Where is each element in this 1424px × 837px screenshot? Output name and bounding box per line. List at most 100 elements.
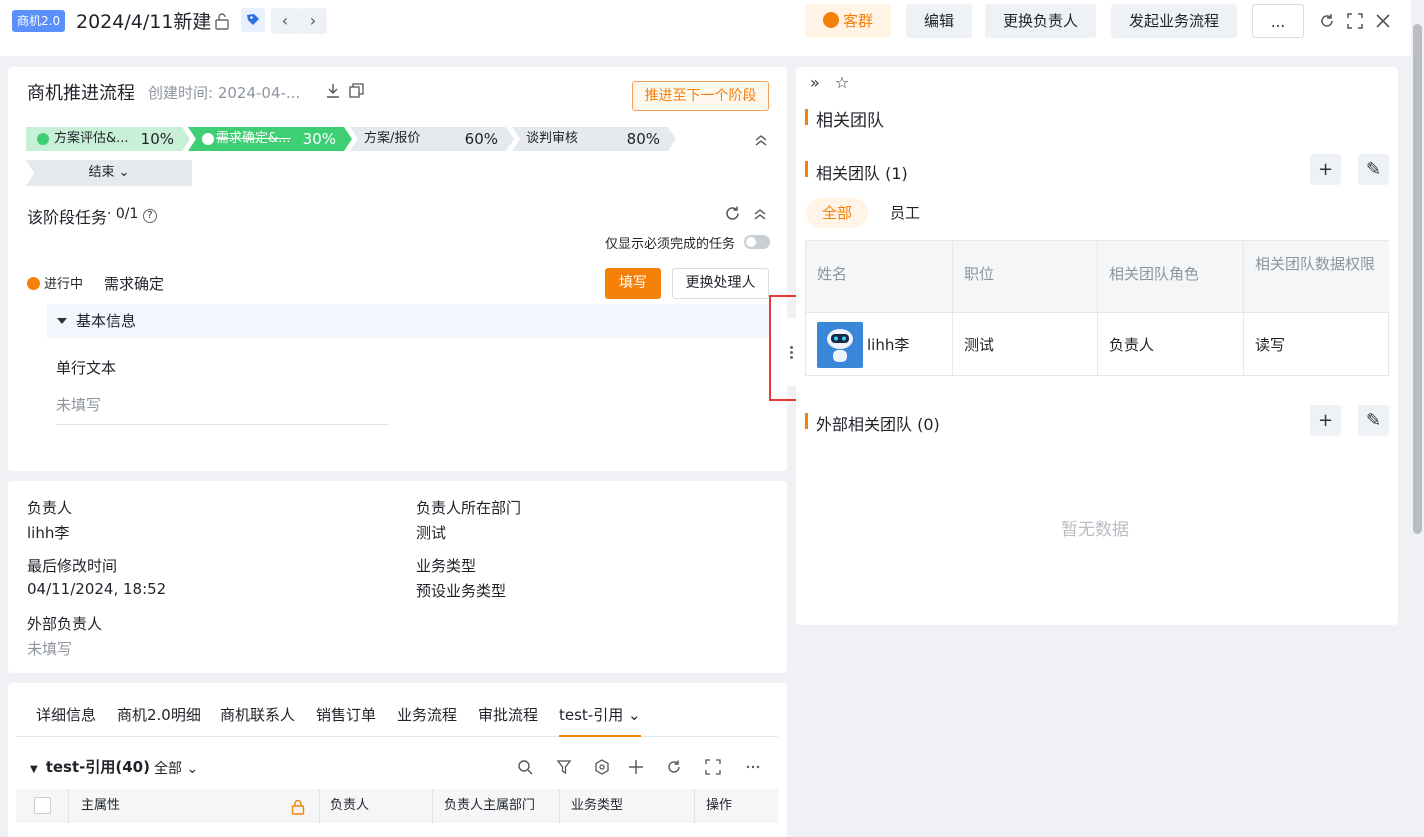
col-biz-type[interactable]: 业务类型 bbox=[571, 789, 623, 823]
created-time: 创建时间: 2024-04-... bbox=[148, 84, 301, 102]
avatar[interactable] bbox=[817, 322, 863, 368]
tab-sales-orders[interactable]: 销售订单 bbox=[316, 703, 376, 727]
reload-tasks-icon[interactable] bbox=[724, 205, 741, 222]
flow-title: 商机推进流程 bbox=[27, 83, 135, 104]
chevron-down-icon: ⌄ bbox=[186, 761, 199, 777]
edit-external-button[interactable]: ✎ bbox=[1358, 405, 1389, 436]
chat-icon bbox=[823, 12, 839, 28]
stage-2[interactable]: 需求确定&... 30% bbox=[188, 127, 352, 151]
scrollbar-thumb[interactable] bbox=[1413, 24, 1422, 534]
collapse-stages-icon[interactable] bbox=[754, 133, 768, 147]
add-icon[interactable] bbox=[628, 759, 644, 775]
add-external-button[interactable]: + bbox=[1310, 405, 1341, 436]
tab-business-flow[interactable]: 业务流程 bbox=[397, 703, 457, 727]
add-icon: + bbox=[1317, 159, 1334, 180]
owner-label: 负责人 bbox=[27, 499, 73, 517]
next-record-button[interactable]: › bbox=[299, 8, 327, 34]
add-member-button[interactable]: + bbox=[1310, 154, 1341, 185]
related-team-title: 相关团队 (1) bbox=[816, 164, 908, 183]
refresh-icon[interactable] bbox=[666, 759, 682, 775]
stage-4[interactable]: 谈判审核 80% bbox=[512, 127, 676, 151]
change-owner-button[interactable]: 更换负责人 bbox=[985, 4, 1097, 38]
copy-icon[interactable] bbox=[349, 83, 364, 98]
pin-icon[interactable]: ☆ bbox=[835, 73, 849, 92]
object-type-badge: 商机2.0 bbox=[12, 10, 66, 32]
only-required-toggle[interactable] bbox=[744, 235, 770, 249]
col-owner-dept[interactable]: 负责人主属部门 bbox=[444, 789, 535, 823]
tab-test-ref[interactable]: test-引用 ⌄ bbox=[559, 703, 641, 737]
field-value[interactable]: 未填写 bbox=[56, 394, 389, 425]
scope-filter[interactable]: 全部 ⌄ bbox=[154, 758, 198, 778]
sub-list-title[interactable]: ▼ test-引用(40) bbox=[30, 756, 150, 777]
refresh-icon[interactable] bbox=[1318, 12, 1336, 30]
start-flow-button[interactable]: 发起业务流程 bbox=[1111, 4, 1238, 38]
filter-staff[interactable]: 员工 bbox=[890, 202, 920, 223]
col-position: 职位 bbox=[953, 241, 1098, 312]
stage-1[interactable]: 方案评估&... 10% bbox=[26, 127, 190, 151]
record-title: 2024/4/11新建 bbox=[76, 11, 212, 33]
only-required-label: 仅显示必须完成的任务 bbox=[605, 237, 736, 252]
empty-state: 暂无数据 bbox=[1061, 520, 1129, 540]
dept-label: 负责人所在部门 bbox=[416, 499, 522, 517]
stage-end[interactable]: 结束 ⌄ bbox=[26, 160, 192, 186]
settings-icon[interactable] bbox=[594, 759, 610, 775]
pencil-icon: ✎ bbox=[1365, 159, 1382, 180]
col-main-attr[interactable]: 主属性 bbox=[81, 789, 120, 823]
modified-label: 最后修改时间 bbox=[27, 557, 118, 575]
related-tabs-panel: 详细信息 商机2.0明细 商机联系人 销售订单 业务流程 审批流程 test-引… bbox=[8, 683, 787, 837]
unlock-icon[interactable] bbox=[214, 12, 230, 30]
double-chevron-right-icon[interactable]: » bbox=[810, 73, 820, 92]
col-owner[interactable]: 负责人 bbox=[330, 789, 369, 823]
page-scrollbar[interactable] bbox=[1411, 0, 1424, 837]
clock-icon bbox=[202, 133, 214, 145]
external-team-title: 外部相关团队 (0) bbox=[816, 415, 940, 434]
search-icon[interactable] bbox=[517, 759, 533, 775]
stage-3[interactable]: 方案/报价 60% bbox=[350, 127, 514, 151]
fullscreen-icon[interactable] bbox=[1346, 12, 1364, 30]
tab-bar: 详细信息 商机2.0明细 商机联系人 销售订单 业务流程 审批流程 test-引… bbox=[16, 703, 778, 737]
owner-value: lihh李 bbox=[27, 524, 70, 542]
section-basic-info[interactable]: 基本信息 bbox=[47, 304, 769, 338]
fill-button[interactable]: 填写 bbox=[605, 268, 661, 299]
dept-value: 测试 bbox=[416, 524, 447, 542]
caret-down-icon bbox=[57, 318, 67, 324]
tab-detail-lines[interactable]: 商机2.0明细 bbox=[117, 703, 201, 727]
edit-team-button[interactable]: ✎ bbox=[1358, 154, 1389, 185]
filter-icon[interactable] bbox=[556, 759, 572, 775]
close-icon[interactable] bbox=[1374, 12, 1392, 30]
caret-down-icon: ▼ bbox=[30, 764, 38, 775]
tab-contacts[interactable]: 商机联系人 bbox=[220, 703, 295, 727]
select-all-checkbox[interactable] bbox=[34, 797, 51, 814]
collapse-tasks-icon[interactable] bbox=[753, 207, 767, 221]
add-icon: + bbox=[1317, 410, 1334, 431]
advance-stage-button[interactable]: 推进至下一个阶段 bbox=[632, 81, 769, 111]
pencil-icon: ✎ bbox=[1365, 410, 1382, 431]
tab-detail[interactable]: 详细信息 bbox=[36, 703, 96, 727]
more-button[interactable]: ... bbox=[1252, 4, 1304, 38]
member-role: 负责人 bbox=[1098, 312, 1244, 376]
expand-icon[interactable] bbox=[705, 759, 721, 775]
edit-button[interactable]: 编辑 bbox=[906, 4, 973, 38]
col-role: 相关团队角色 bbox=[1098, 241, 1244, 312]
info-panel: 负责人 lihh李 负责人所在部门 测试 最后修改时间 04/11/2024, … bbox=[8, 481, 787, 673]
group-chat-button[interactable]: 客群 bbox=[805, 4, 892, 38]
modified-value: 04/11/2024, 18:52 bbox=[27, 580, 167, 598]
lock-icon bbox=[291, 799, 305, 815]
task-count: · 0/1 ? bbox=[107, 206, 157, 223]
tab-approval-flow[interactable]: 审批流程 bbox=[478, 703, 538, 727]
prev-record-button[interactable]: ‹ bbox=[271, 8, 299, 34]
more-icon[interactable] bbox=[745, 759, 761, 775]
chevron-down-icon: ⌄ bbox=[118, 165, 130, 180]
help-icon[interactable]: ? bbox=[142, 209, 157, 223]
col-name: 姓名 bbox=[806, 241, 953, 312]
change-handler-button[interactable]: 更换处理人 bbox=[672, 268, 769, 299]
filter-all-pill[interactable]: 全部 bbox=[806, 198, 869, 228]
download-icon[interactable] bbox=[326, 83, 340, 99]
member-position: 测试 bbox=[953, 312, 1098, 376]
tag-icon[interactable] bbox=[241, 8, 265, 32]
ext-owner-value: 未填写 bbox=[27, 640, 73, 658]
in-progress-icon bbox=[27, 277, 40, 290]
team-heading: 相关团队 bbox=[816, 111, 884, 131]
col-permission: 相关团队数据权限 bbox=[1244, 241, 1389, 312]
team-table: 姓名 职位 相关团队角色 相关团队数据权限 lihh李 测试 负责人 读写 bbox=[805, 240, 1389, 376]
